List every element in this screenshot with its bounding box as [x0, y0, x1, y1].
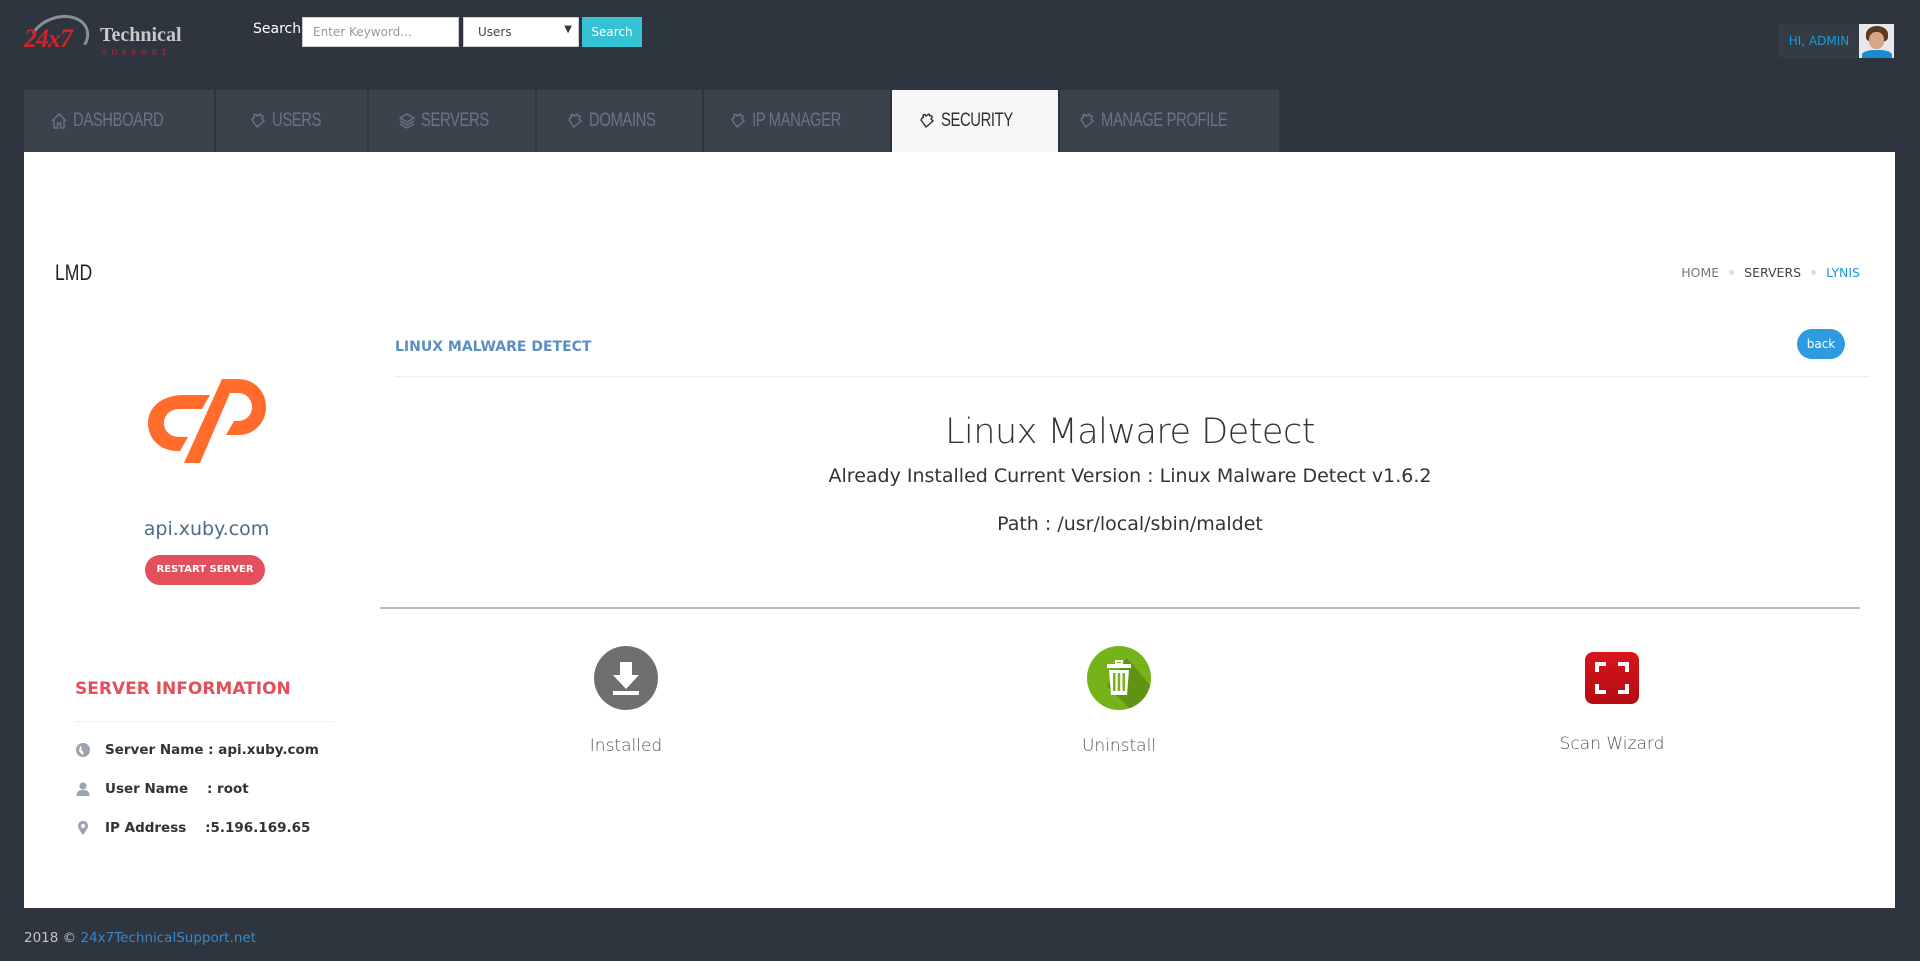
divider	[75, 721, 335, 722]
action-label: Uninstall	[1081, 736, 1157, 756]
main-nav-tabs: DASHBOARD USERS SERVERS DOMAINS IP MANAG…	[24, 90, 1281, 152]
tab-users[interactable]: USERS	[216, 90, 369, 152]
puzzle-icon	[565, 111, 585, 131]
install-path: Path : /usr/local/sbin/maldet	[997, 513, 1263, 535]
action-label: Installed	[589, 736, 663, 756]
user-icon	[75, 781, 91, 797]
uninstall-button[interactable]: Uninstall	[999, 646, 1239, 756]
tab-label: SECURITY	[940, 110, 1013, 131]
tab-label: DASHBOARD	[73, 110, 164, 131]
breadcrumb-separator	[1729, 270, 1735, 275]
map-pin-icon	[75, 820, 91, 836]
avatar[interactable]	[1859, 24, 1894, 58]
breadcrumb: HOME SERVERS LYNIS	[1681, 265, 1860, 280]
scan-wizard-button[interactable]: Scan Wizard	[1492, 646, 1732, 754]
puzzle-icon	[248, 111, 268, 131]
tab-security[interactable]: SECURITY	[892, 90, 1060, 152]
tab-label: USERS	[272, 110, 322, 131]
puzzle-icon	[728, 111, 748, 131]
breadcrumb-home[interactable]: HOME	[1681, 265, 1719, 280]
installed-action[interactable]: Installed	[506, 646, 746, 756]
info-value: Server Name : api.xuby.com	[105, 742, 319, 758]
trash-icon	[1087, 646, 1151, 710]
tab-manage-profile[interactable]: MANAGE PROFILE	[1060, 90, 1281, 152]
brand-logo[interactable]: 24x7 Technical SUPPORT	[22, 6, 184, 72]
breadcrumb-servers[interactable]: SERVERS	[1744, 265, 1801, 280]
home-icon	[49, 111, 69, 131]
globe-icon	[75, 742, 91, 758]
info-row-ip-address: IP Address :5.196.169.65	[75, 820, 310, 836]
search-category-value: Users	[478, 25, 512, 39]
logo-sub: SUPPORT	[102, 48, 172, 57]
logo-word: Technical	[100, 24, 182, 46]
tab-label: IP MANAGER	[752, 110, 841, 131]
breadcrumb-separator	[1811, 270, 1817, 275]
tab-domains[interactable]: DOMAINS	[537, 90, 704, 152]
layers-icon	[397, 111, 417, 131]
search-button[interactable]: Search	[582, 17, 642, 47]
page-title: LMD	[55, 260, 93, 285]
tab-dashboard[interactable]: DASHBOARD	[24, 90, 216, 152]
user-menu[interactable]: HI, ADMIN	[1779, 24, 1859, 58]
tab-servers[interactable]: SERVERS	[369, 90, 537, 152]
search-label: Search	[253, 21, 302, 37]
footer-link[interactable]: 24x7TechnicalSupport.net	[80, 930, 256, 946]
avatar-shirt	[1862, 50, 1892, 58]
download-icon	[594, 646, 658, 710]
search-category-select[interactable]: Users ▼	[463, 17, 579, 47]
divider	[395, 376, 1869, 377]
copyright-text: 2018 ©	[24, 930, 81, 946]
footer: 2018 © 24x7TechnicalSupport.net	[24, 930, 256, 946]
tab-ip-manager[interactable]: IP MANAGER	[704, 90, 892, 152]
search-input[interactable]	[302, 17, 459, 47]
cpanel-logo-icon	[148, 379, 266, 463]
puzzle-icon	[917, 111, 937, 131]
action-label: Scan Wizard	[1559, 734, 1665, 754]
restart-server-button[interactable]: RESTART SERVER	[145, 555, 265, 585]
content-panel: LMD HOME SERVERS LYNIS api.xuby.com REST…	[24, 152, 1895, 908]
tab-label: MANAGE PROFILE	[1100, 110, 1228, 131]
logo-number: 24x7	[24, 24, 73, 53]
section-title: LINUX MALWARE DETECT	[395, 339, 592, 355]
info-value: IP Address :5.196.169.65	[105, 820, 311, 836]
chevron-down-icon: ▼	[564, 24, 572, 35]
info-row-server-name: Server Name : api.xuby.com	[75, 742, 319, 758]
server-information-heading: SERVER INFORMATION	[75, 679, 291, 699]
puzzle-icon	[1077, 111, 1097, 131]
tab-label: SERVERS	[420, 110, 489, 131]
info-value: User Name : root	[105, 781, 249, 797]
tool-title: Linux Malware Detect	[945, 412, 1315, 452]
scan-icon	[1585, 652, 1639, 704]
divider	[380, 607, 1860, 609]
tab-label: DOMAINS	[588, 110, 656, 131]
info-row-user-name: User Name : root	[75, 781, 249, 797]
back-button[interactable]: back	[1797, 329, 1845, 359]
server-hostname: api.xuby.com	[143, 518, 270, 540]
breadcrumb-current: LYNIS	[1826, 265, 1860, 280]
installed-version: Already Installed Current Version : Linu…	[828, 465, 1432, 487]
avatar-face	[1869, 32, 1884, 49]
